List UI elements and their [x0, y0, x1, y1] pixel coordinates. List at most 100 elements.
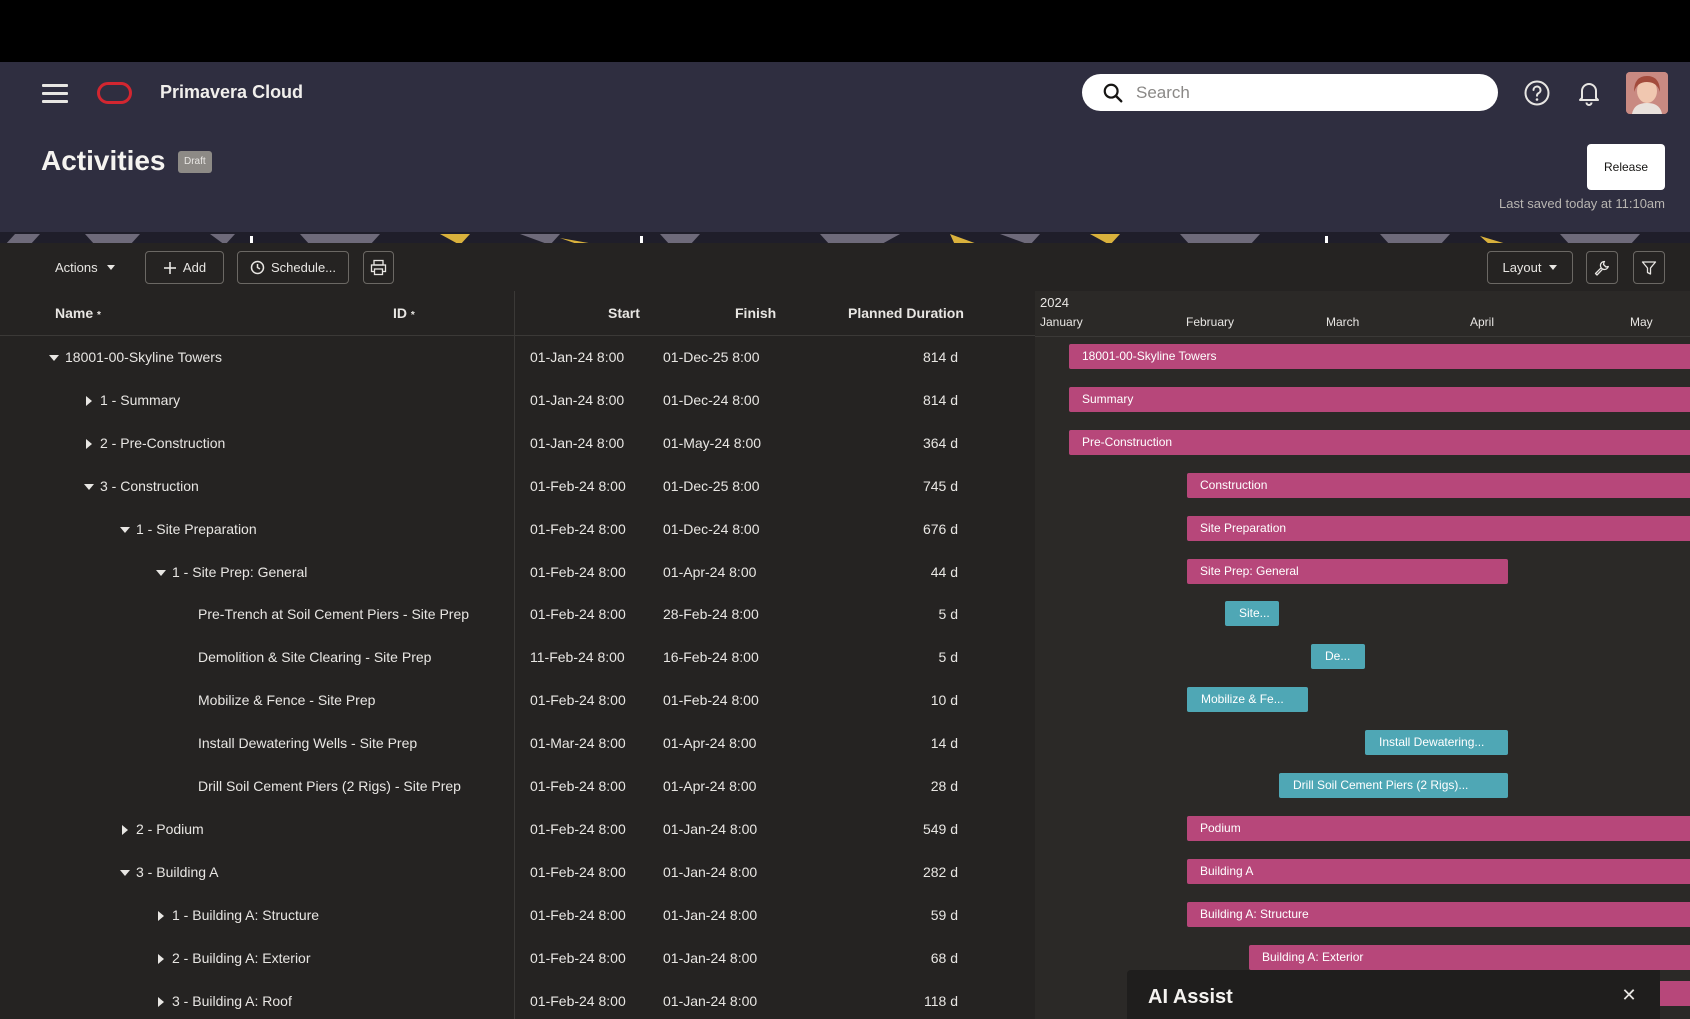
activity-finish: 01-Dec-24 8:00 — [663, 391, 760, 408]
activity-name: 1 - Building A: Structure — [172, 906, 320, 923]
activity-finish: 01-Dec-25 8:00 — [663, 477, 760, 494]
table-row[interactable]: 2 - Pre-Construction 01-Jan-24 8:00 01-May… — [0, 422, 1035, 465]
table-row[interactable]: 2 - Building A: Exterior 01-Feb-24 8:00 01… — [0, 937, 1035, 980]
expand-right-icon[interactable] — [155, 909, 167, 921]
app-title: Primavera Cloud — [160, 82, 304, 102]
actions-menu[interactable]: Actions — [55, 251, 116, 284]
column-header-planned-duration[interactable]: Planned Duration — [848, 305, 964, 321]
schedule-button[interactable]: Schedule... — [237, 251, 349, 284]
add-label: Add — [182, 260, 207, 275]
gantt-summary-bar[interactable]: Summary — [1069, 386, 1690, 412]
activity-start: 01-Mar-24 8:00 — [530, 735, 626, 752]
activity-start: 01-Feb-24 8:00 — [530, 477, 626, 494]
toolbar: Actions Add Schedule... Layout — [0, 243, 1690, 291]
activity-finish: 01-Jan-24 8:00 — [663, 992, 758, 1009]
search-icon — [1103, 83, 1123, 102]
gantt-task-bar[interactable]: De... — [1311, 644, 1365, 670]
activity-start: 01-Jan-24 8:00 — [530, 434, 625, 451]
search-input[interactable] — [1136, 82, 1466, 103]
gantt-summary-bar[interactable]: Building A: Exterior — [1249, 944, 1690, 970]
search-box[interactable] — [1082, 74, 1498, 111]
activity-finish: 01-Jan-24 8:00 — [663, 863, 758, 880]
table-row[interactable]: 3 - Building A 01-Feb-24 8:00 01-Jan-24 8:… — [0, 851, 1035, 894]
activity-finish: 01-May-24 8:00 — [663, 434, 762, 451]
table-row[interactable]: 1 - Building A: Structure 01-Feb-24 8:00 0… — [0, 894, 1035, 937]
table-row[interactable]: 18001-00-Skyline Towers 01-Jan-24 8:00 01-… — [0, 336, 1035, 379]
avatar[interactable] — [1626, 72, 1668, 114]
expand-right-icon[interactable] — [83, 394, 95, 406]
gantt-summary-bar[interactable]: Construction — [1187, 472, 1690, 498]
help-icon[interactable] — [1523, 79, 1551, 107]
expand-right-icon[interactable] — [83, 437, 95, 449]
activity-name: 2 - Podium — [136, 820, 204, 837]
status-badge: Draft — [178, 151, 212, 173]
table-row[interactable]: 3 - Construction 01-Feb-24 8:00 01-Dec-25 … — [0, 465, 1035, 508]
gantt-summary-bar[interactable]: Site Preparation — [1187, 515, 1690, 541]
gantt-month-may: May — [1630, 315, 1653, 329]
activity-finish: 01-Jan-24 8:00 — [663, 949, 758, 966]
activity-name: Install Dewatering Wells - Site Prep — [198, 735, 418, 752]
hamburger-menu-icon[interactable] — [42, 84, 68, 104]
activity-finish: 01-Dec-24 8:00 — [663, 520, 760, 537]
clock-icon — [250, 260, 265, 275]
release-button[interactable]: Release — [1587, 144, 1665, 190]
filter-icon — [1641, 260, 1657, 275]
bell-icon[interactable] — [1575, 79, 1603, 107]
wrench-button[interactable] — [1586, 251, 1618, 284]
layout-menu[interactable]: Layout — [1487, 251, 1573, 284]
gantt-summary-bar[interactable]: Pre-Construction — [1069, 429, 1690, 455]
gantt-summary-bar[interactable]: Podium — [1187, 815, 1690, 841]
expand-right-icon[interactable] — [155, 952, 167, 964]
activity-finish: 01-Feb-24 8:00 — [663, 692, 759, 709]
table-row[interactable]: 3 - Building A: Roof 01-Feb-24 8:00 01-Jan… — [0, 980, 1035, 1019]
filter-button[interactable] — [1633, 251, 1665, 284]
activity-start: 01-Feb-24 8:00 — [530, 778, 626, 794]
activity-duration: 814 d — [922, 391, 958, 408]
activity-duration: 745 d — [922, 477, 958, 494]
expand-down-icon[interactable] — [119, 866, 131, 878]
activity-finish: 01-Jan-24 8:00 — [663, 906, 758, 923]
column-header-finish[interactable]: Finish — [735, 305, 776, 321]
activity-name: Drill Soil Cement Piers (2 Rigs) - Site … — [198, 778, 461, 794]
table-row[interactable]: Install Dewatering Wells - Site Prep 01-M… — [0, 722, 1035, 765]
table-row[interactable]: 1 - Site Preparation 01-Feb-24 8:00 01-Dec… — [0, 508, 1035, 551]
activity-name: 1 - Summary — [100, 391, 181, 408]
print-button[interactable] — [363, 251, 394, 284]
add-button[interactable]: Add — [145, 251, 224, 284]
gantt-task-bar[interactable]: Mobilize & Fe... — [1187, 687, 1308, 713]
expand-right-icon[interactable] — [155, 995, 167, 1007]
column-header-id[interactable]: ID * — [393, 305, 415, 321]
table-row[interactable]: Demolition & Site Clearing - Site Prep 11… — [0, 636, 1035, 679]
gantt-task-bar[interactable]: Site... — [1225, 601, 1279, 627]
close-icon[interactable]: ✕ — [1618, 984, 1640, 1006]
column-header-name[interactable]: Name * — [55, 305, 101, 321]
expand-down-icon[interactable] — [119, 523, 131, 535]
activity-name: 2 - Pre-Construction — [100, 434, 226, 451]
gantt-summary-bar[interactable]: Building A — [1187, 858, 1690, 884]
activity-duration: 282 d — [922, 863, 958, 880]
table-row[interactable]: Mobilize & Fence - Site Prep 01-Feb-24 8:… — [0, 679, 1035, 722]
activity-name: 3 - Construction — [100, 477, 199, 494]
gantt-task-bar[interactable]: Drill Soil Cement Piers (2 Rigs)... — [1279, 773, 1508, 798]
table-row[interactable]: 1 - Summary 01-Jan-24 8:00 01-Dec-24 8:00 8… — [0, 379, 1035, 422]
gantt-task-bar[interactable]: Install Dewatering... — [1365, 730, 1508, 756]
table-row[interactable]: 2 - Podium 01-Feb-24 8:00 01-Jan-24 8:00 54… — [0, 808, 1035, 851]
gantt-summary-bar[interactable]: Site Prep: General — [1187, 558, 1508, 584]
activity-duration: 549 d — [922, 820, 958, 837]
expand-down-icon[interactable] — [155, 566, 167, 578]
ai-assist-panel[interactable]: AI Assist ✕ — [1127, 970, 1660, 1019]
expand-right-icon[interactable] — [119, 823, 131, 835]
decorative-pattern-strip — [0, 232, 1690, 243]
top-black-bar — [0, 0, 1690, 62]
column-header-start[interactable]: Start — [608, 305, 640, 321]
expand-down-icon[interactable] — [48, 351, 60, 363]
gantt-summary-bar[interactable]: 18001-00-Skyline Towers — [1069, 344, 1690, 369]
activity-start: 01-Feb-24 8:00 — [530, 992, 626, 1009]
gantt-summary-bar[interactable]: Building A: Structure — [1187, 901, 1690, 927]
activity-duration: 14 d — [930, 735, 958, 752]
table-row[interactable]: Drill Soil Cement Piers (2 Rigs) - Site … — [0, 765, 1035, 808]
expand-down-icon[interactable] — [83, 480, 95, 492]
activity-finish: 01-Jan-24 8:00 — [663, 820, 758, 837]
table-row[interactable]: 1 - Site Prep: General 01-Feb-24 8:00 01-A… — [0, 551, 1035, 594]
table-row[interactable]: Pre-Trench at Soil Cement Piers - Site P… — [0, 593, 1035, 636]
